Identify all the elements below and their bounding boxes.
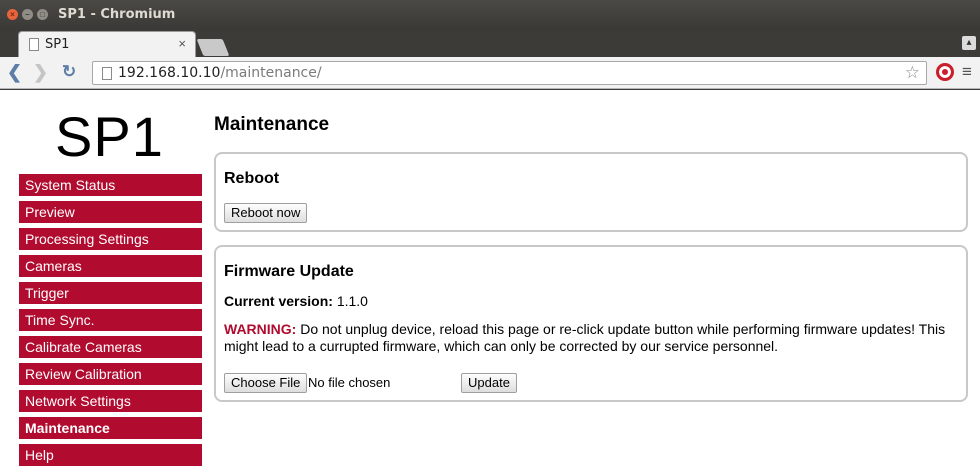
warning-text: Do not unplug device, reload this page o… <box>224 321 946 354</box>
page-icon <box>29 38 39 51</box>
back-icon[interactable]: ❮ <box>7 62 22 82</box>
version-label: Current version: <box>224 293 333 309</box>
page-icon <box>102 67 112 80</box>
sidebar-item-cameras[interactable]: Cameras <box>19 255 202 277</box>
page-viewport: SP1 System Status Preview Processing Set… <box>0 90 980 472</box>
tab-close-icon[interactable]: × <box>178 36 186 51</box>
window-title-bar: × – □ SP1 - Chromium <box>0 0 980 30</box>
reboot-panel: Reboot Reboot now <box>214 152 968 232</box>
url-path: /maintenance/ <box>220 65 322 81</box>
sidebar-item-help[interactable]: Help <box>19 444 202 466</box>
sidebar-item-preview[interactable]: Preview <box>19 201 202 223</box>
new-tab-button[interactable] <box>196 39 230 56</box>
sidebar-item-network-settings[interactable]: Network Settings <box>19 390 202 412</box>
sidebar-item-calibrate-cameras[interactable]: Calibrate Cameras <box>19 336 202 358</box>
sidebar-nav: System Status Preview Processing Setting… <box>19 174 202 471</box>
profile-icon[interactable]: ▴ <box>962 36 976 50</box>
url-text[interactable]: 192.168.10.10/maintenance/ <box>118 65 322 81</box>
window-title: SP1 - Chromium <box>58 7 176 22</box>
page-title: Maintenance <box>214 114 330 135</box>
current-version: Current version: 1.1.0 <box>224 293 368 309</box>
sidebar-item-system-status[interactable]: System Status <box>19 174 202 196</box>
firmware-heading: Firmware Update <box>224 263 354 280</box>
sidebar-item-review-calibration[interactable]: Review Calibration <box>19 363 202 385</box>
tab-label: SP1 <box>45 37 70 52</box>
version-value: 1.1.0 <box>336 293 368 309</box>
warning-message: WARNING: Do not unplug device, reload th… <box>224 321 964 355</box>
update-button[interactable]: Update <box>461 373 517 393</box>
browser-tab[interactable]: SP1 × <box>18 31 196 57</box>
window-maximize-button[interactable]: □ <box>37 9 48 20</box>
extension-icon[interactable] <box>936 63 954 81</box>
warning-label: WARNING: <box>224 321 297 337</box>
reboot-heading: Reboot <box>224 170 280 187</box>
url-host: 192.168.10.10 <box>118 65 221 81</box>
hamburger-menu-icon[interactable]: ≡ <box>962 62 972 82</box>
bookmark-star-icon[interactable]: ☆ <box>905 63 920 83</box>
window-close-button[interactable]: × <box>7 9 18 20</box>
window-minimize-button[interactable]: – <box>22 9 33 20</box>
sidebar-item-time-sync[interactable]: Time Sync. <box>19 309 202 331</box>
firmware-update-panel: Firmware Update Current version: 1.1.0 W… <box>214 245 968 402</box>
sidebar-item-maintenance[interactable]: Maintenance <box>19 417 202 439</box>
address-bar[interactable]: 192.168.10.10/maintenance/ ☆ <box>92 61 927 85</box>
file-status: No file chosen <box>308 375 391 390</box>
forward-icon[interactable]: ❯ <box>33 62 48 82</box>
sidebar-item-processing-settings[interactable]: Processing Settings <box>19 228 202 250</box>
sidebar-item-trigger[interactable]: Trigger <box>19 282 202 304</box>
reload-icon[interactable]: ↻ <box>62 62 76 82</box>
logo: SP1 <box>55 105 164 168</box>
reboot-now-button[interactable]: Reboot now <box>224 203 308 223</box>
choose-file-button[interactable]: Choose File <box>224 373 308 393</box>
browser-toolbar: ❮ ❯ ↻ 192.168.10.10/maintenance/ ☆ <box>0 57 980 89</box>
